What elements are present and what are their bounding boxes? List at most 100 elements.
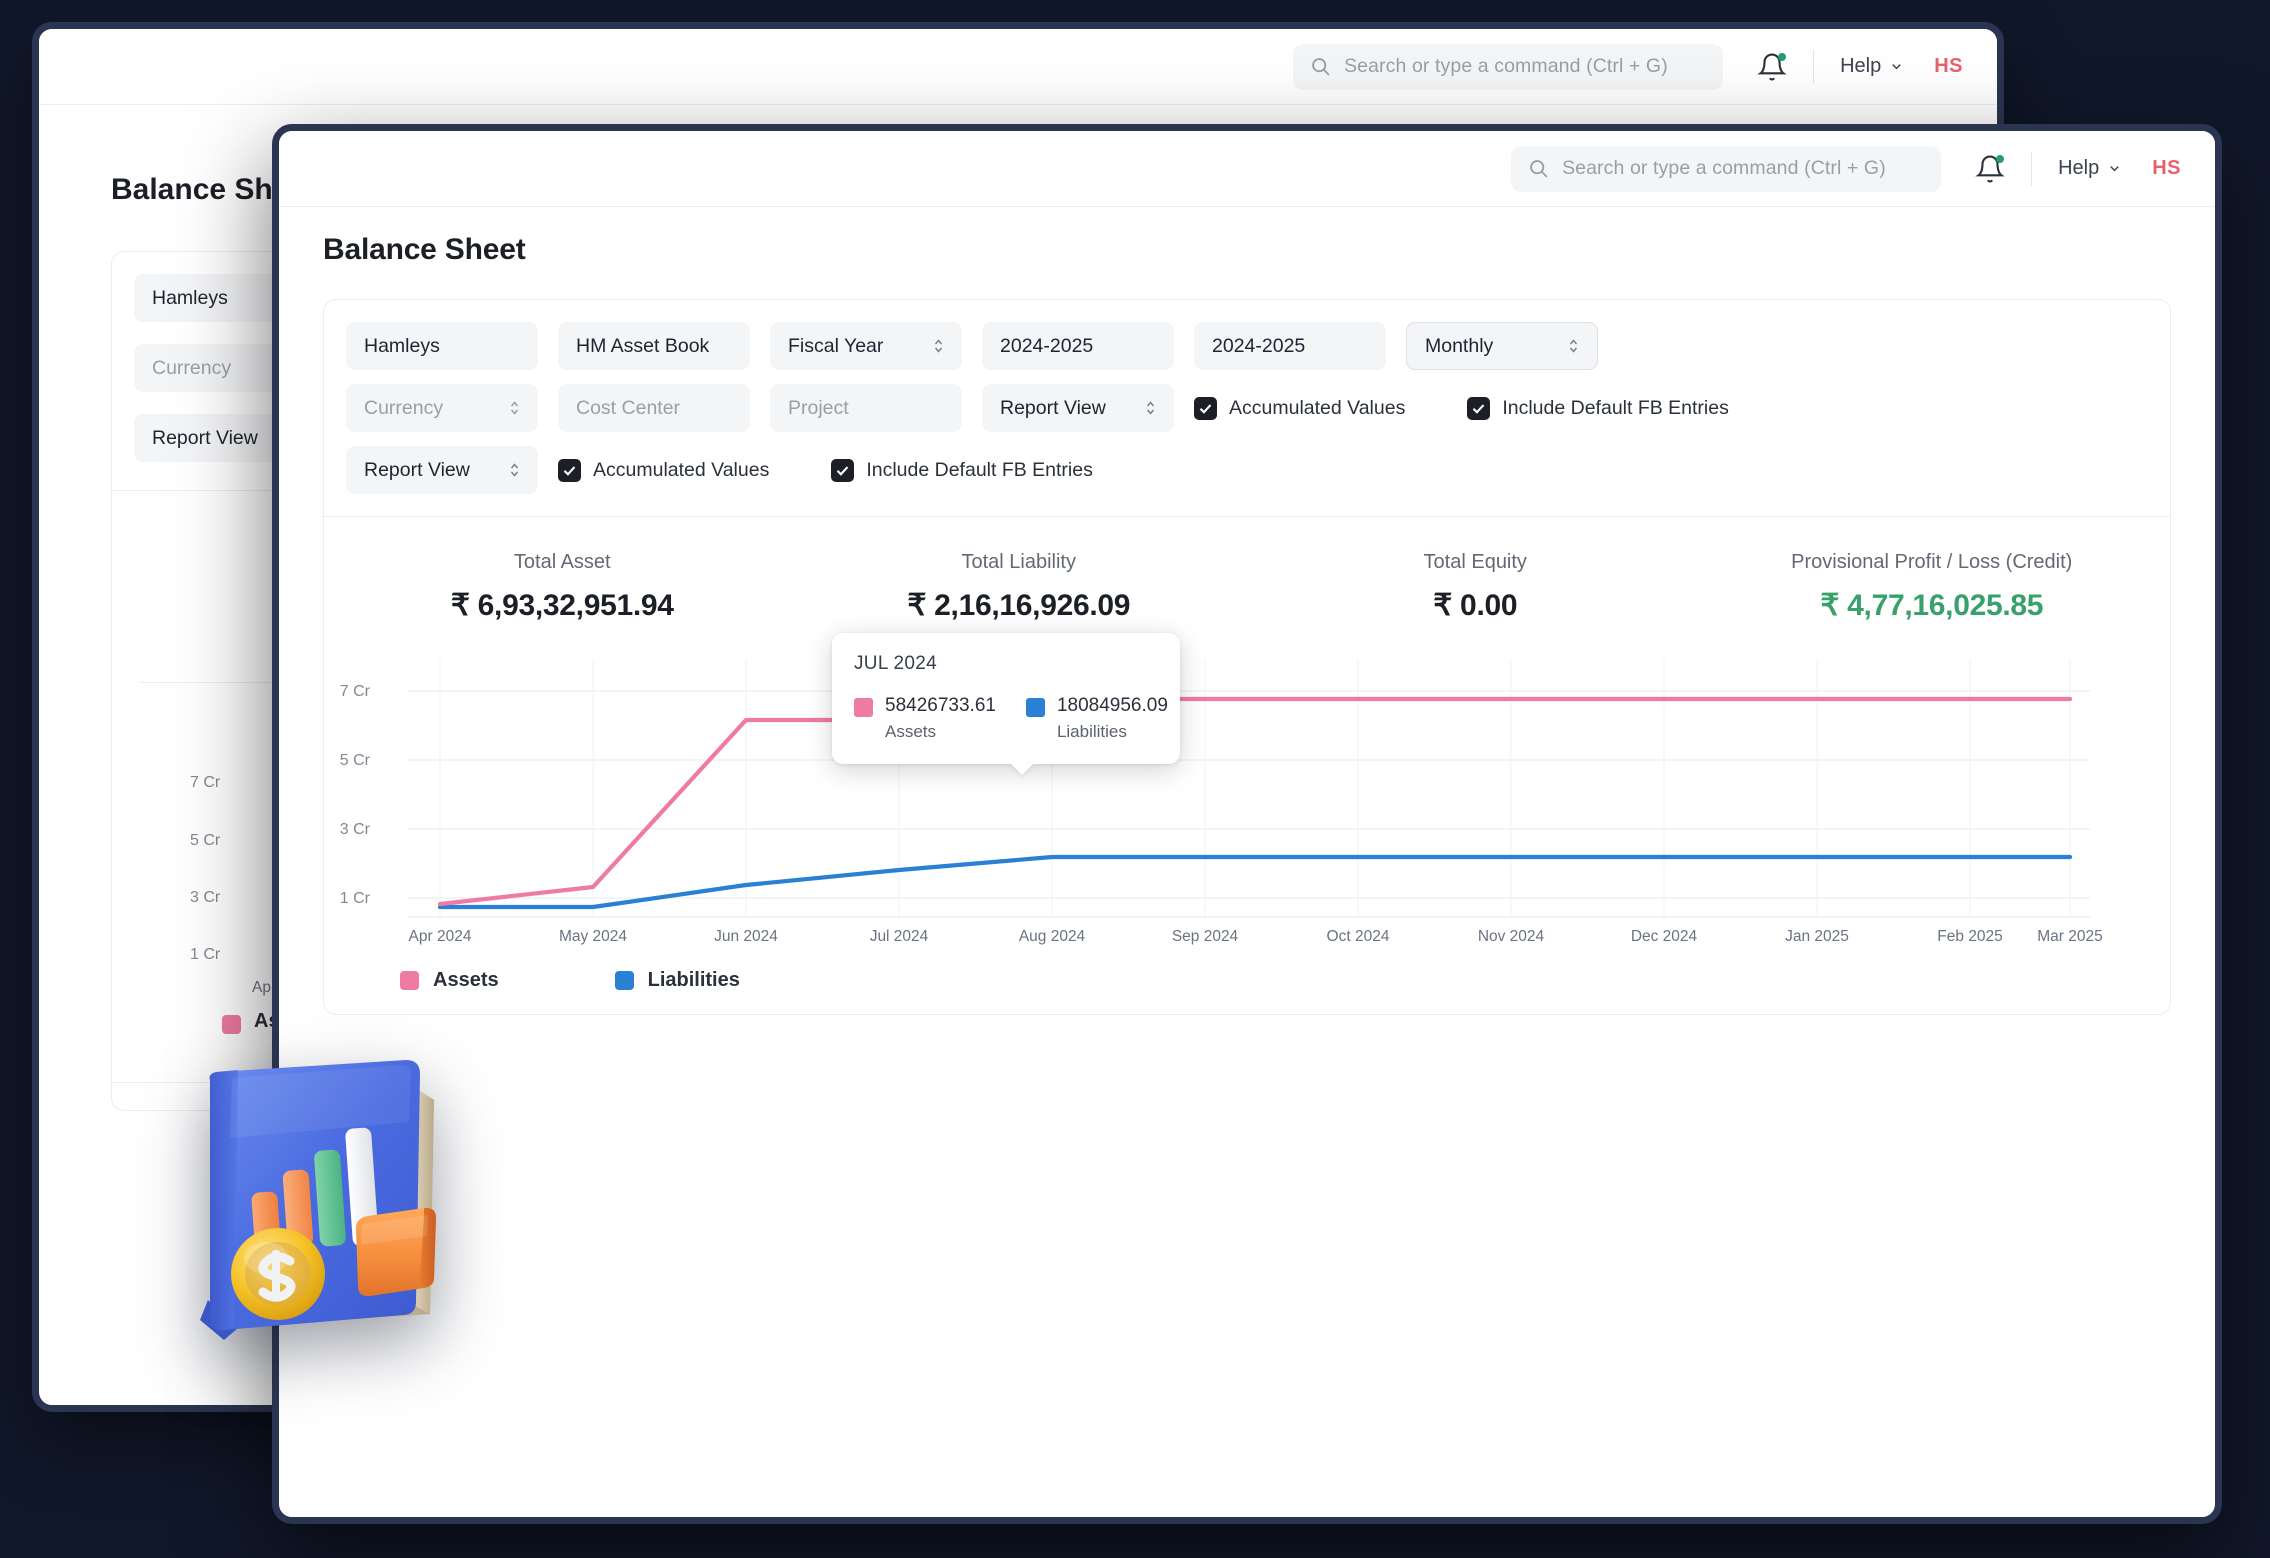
filter-row-3: Report View Accumulated Values Includ (346, 446, 2148, 494)
legend-label-assets: Assets (433, 969, 499, 992)
background-ytick-1cr: 1 Cr (190, 946, 220, 964)
page-body: Balance Sheet Hamleys HM Asset Book Fisc… (279, 207, 2215, 1015)
svg-text:3 Cr: 3 Cr (340, 821, 371, 838)
summary-total-asset: Total Asset ₹ 6,93,32,951.94 (334, 551, 791, 623)
background-page-title: Balance Sh (111, 173, 273, 207)
report-view-field[interactable]: Report View (982, 384, 1174, 432)
svg-text:Dec 2024: Dec 2024 (1631, 928, 1698, 945)
tooltip-title: JUL 2024 (854, 653, 1158, 675)
svg-text:Mar 2025: Mar 2025 (2037, 928, 2102, 945)
filter-row-1: Hamleys HM Asset Book Fiscal Year 2024-2… (346, 322, 2148, 370)
svg-text:5 Cr: 5 Cr (340, 752, 371, 769)
stepper-icon (933, 337, 944, 355)
cost-center-value: Cost Center (576, 397, 680, 420)
svg-text:Oct 2024: Oct 2024 (1327, 928, 1390, 945)
search-input[interactable]: Search or type a command (Ctrl + G) (1511, 146, 1941, 192)
tooltip-value-assets: 58426733.61 (885, 695, 996, 717)
svg-text:Nov 2024: Nov 2024 (1478, 928, 1545, 945)
include-default-fb-entries-checkbox[interactable]: Include Default FB Entries (1467, 397, 1729, 420)
chart-tooltip: JUL 2024 58426733.61 Assets (832, 633, 1180, 764)
background-legend-swatch-assets (222, 1015, 241, 1034)
project-field[interactable]: Project (770, 384, 962, 432)
include-default-fb-entries-checkbox-2[interactable]: Include Default FB Entries (831, 459, 1093, 482)
svg-text:Sep 2024: Sep 2024 (1172, 928, 1239, 945)
report-view-value: Report View (1000, 397, 1106, 420)
legend-item-assets[interactable]: Assets (400, 969, 499, 992)
search-placeholder: Search or type a command (Ctrl + G) (1562, 157, 1886, 180)
navbar-divider (2031, 152, 2032, 186)
navbar: Search or type a command (Ctrl + G) Help… (279, 131, 2215, 207)
liabilities-line (440, 857, 2070, 907)
help-label: Help (2058, 157, 2099, 180)
tooltip-rows: 58426733.61 Assets 18084956.09 Liabiliti… (854, 695, 1158, 742)
legend-item-liabilities[interactable]: Liabilities (615, 969, 740, 992)
checkbox-checked-icon (1467, 397, 1490, 420)
background-ytick-5cr: 5 Cr (190, 832, 220, 850)
currency-value: Currency (364, 397, 443, 420)
include-default-fb-entries-label: Include Default FB Entries (1502, 397, 1729, 420)
accumulated-values-checkbox[interactable]: Accumulated Values (1194, 397, 1405, 420)
svg-text:Jul 2024: Jul 2024 (870, 928, 929, 945)
summary-total-equity: Total Equity ₹ 0.00 (1247, 551, 1704, 623)
project-value: Project (788, 397, 849, 420)
legend-swatch-liabilities (615, 971, 634, 990)
company-field[interactable]: Hamleys (346, 322, 538, 370)
summary-row: Total Asset ₹ 6,93,32,951.94 Total Liabi… (324, 517, 2170, 649)
tooltip-item-assets: 58426733.61 Assets (854, 695, 996, 742)
assets-line (440, 699, 2070, 904)
svg-text:Apr 2024: Apr 2024 (409, 928, 472, 945)
filter-panel: Hamleys HM Asset Book Fiscal Year 2024-2… (323, 299, 2171, 1015)
chevron-down-icon (2107, 161, 2122, 176)
to-fiscal-year-field[interactable]: 2024-2025 (1194, 322, 1386, 370)
line-chart[interactable]: 7 Cr 5 Cr 3 Cr 1 Cr Apr 2024 May 2024 Ju… (330, 649, 2164, 949)
avatar[interactable]: HS (2152, 157, 2181, 180)
total-equity-label: Total Equity (1247, 551, 1704, 574)
provisional-profit-loss-value: ₹ 4,77,16,025.85 (1704, 588, 2161, 623)
page-title: Balance Sheet (323, 233, 2171, 267)
finance-book-field[interactable]: HM Asset Book (558, 322, 750, 370)
cost-center-field[interactable]: Cost Center (558, 384, 750, 432)
periodicity-field[interactable]: Monthly (1406, 322, 1598, 370)
tooltip-name-assets: Assets (885, 722, 996, 742)
tooltip-swatch-liabilities (1026, 698, 1045, 717)
stepper-icon (509, 461, 520, 479)
tooltip-item-liabilities: 18084956.09 Liabilities (1026, 695, 1168, 742)
tooltip-swatch-assets (854, 698, 873, 717)
from-fiscal-year-field[interactable]: 2024-2025 (982, 322, 1174, 370)
accumulated-values-label-2: Accumulated Values (593, 459, 769, 482)
total-liability-value: ₹ 2,16,16,926.09 (791, 588, 1248, 623)
background-ytick-3cr: 3 Cr (190, 889, 220, 907)
checkbox-checked-icon (558, 459, 581, 482)
include-default-fb-entries-label-2: Include Default FB Entries (866, 459, 1093, 482)
report-view-value-2: Report View (364, 459, 470, 482)
total-asset-label: Total Asset (334, 551, 791, 574)
summary-provisional-profit-loss: Provisional Profit / Loss (Credit) ₹ 4,7… (1704, 551, 2161, 623)
checkbox-checked-icon (1194, 397, 1217, 420)
currency-field[interactable]: Currency (346, 384, 538, 432)
stepper-icon (1568, 337, 1579, 355)
svg-text:Aug 2024: Aug 2024 (1019, 928, 1086, 945)
svg-text:Jan 2025: Jan 2025 (1785, 928, 1849, 945)
svg-text:1 Cr: 1 Cr (340, 890, 371, 907)
total-equity-value: ₹ 0.00 (1247, 588, 1704, 623)
help-menu[interactable]: Help (2058, 157, 2122, 180)
from-fiscal-year-value: 2024-2025 (1000, 335, 1093, 358)
notifications-button[interactable] (1975, 154, 2005, 184)
svg-text:Jun 2024: Jun 2024 (714, 928, 778, 945)
report-view-field-2[interactable]: Report View (346, 446, 538, 494)
period-type-field[interactable]: Fiscal Year (770, 322, 962, 370)
total-asset-value: ₹ 6,93,32,951.94 (334, 588, 791, 623)
background-report-view-value: Report View (152, 427, 258, 450)
filter-rows: Hamleys HM Asset Book Fiscal Year 2024-2… (324, 300, 2170, 516)
finance-book-value: HM Asset Book (576, 335, 709, 358)
chart-legend: Assets Liabilities (330, 949, 2164, 992)
accumulated-values-checkbox-2[interactable]: Accumulated Values (558, 459, 769, 482)
chart-svg: 7 Cr 5 Cr 3 Cr 1 Cr Apr 2024 May 2024 Ju… (330, 649, 2120, 949)
company-value: Hamleys (364, 335, 440, 358)
accumulated-values-label: Accumulated Values (1229, 397, 1405, 420)
legend-label-liabilities: Liabilities (648, 969, 740, 992)
svg-text:May 2024: May 2024 (559, 928, 627, 945)
stepper-icon (509, 399, 520, 417)
summary-total-liability: Total Liability ₹ 2,16,16,926.09 (791, 551, 1248, 623)
balance-sheet-window[interactable]: Search or type a command (Ctrl + G) Help… (272, 124, 2222, 1524)
